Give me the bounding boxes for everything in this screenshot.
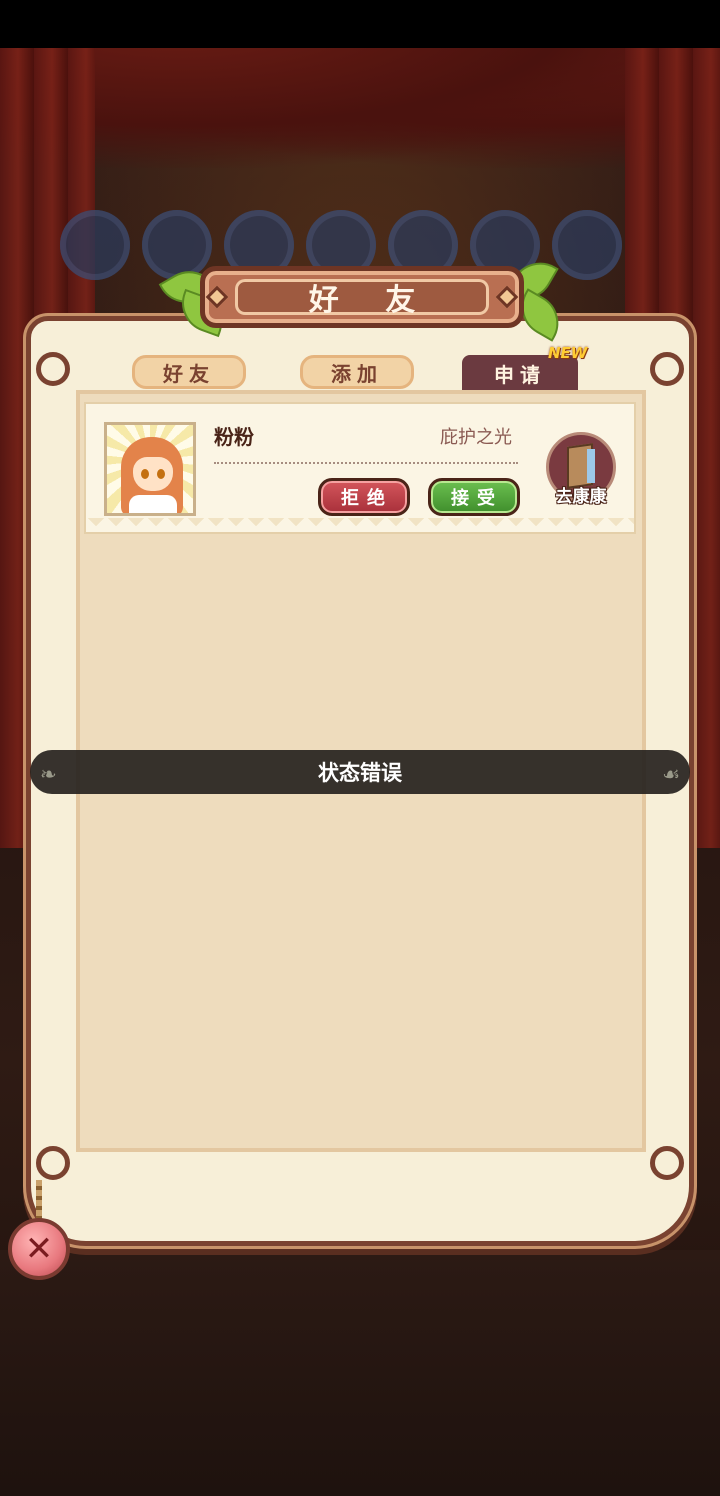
wheat-icon: ❧: [40, 762, 57, 786]
accept-button[interactable]: 接受: [428, 478, 520, 516]
avatar[interactable]: [104, 422, 196, 516]
friend-title: 庇护之光: [440, 427, 512, 448]
divider: [214, 462, 518, 464]
wheat-icon: ☙: [662, 762, 680, 786]
panel-corner-ornament: [650, 1146, 684, 1180]
panel-corner-ornament: [650, 352, 684, 386]
title-banner: 好 友: [200, 266, 524, 328]
toast-message: 状态错误: [318, 761, 402, 785]
page-title: 好 友: [235, 279, 489, 318]
gem-icon: [205, 285, 229, 309]
tab-friends[interactable]: 好友: [132, 355, 246, 389]
close-icon: ✕: [24, 1229, 54, 1269]
new-badge: NEW: [548, 344, 588, 362]
visit-button[interactable]: 去康康: [548, 482, 614, 507]
close-button[interactable]: ✕: [8, 1218, 70, 1280]
error-toast: ❧ 状态错误 ☙: [30, 750, 690, 794]
stage-floor: [0, 1250, 720, 1496]
tab-add[interactable]: 添加: [300, 355, 414, 389]
panel-corner-ornament: [36, 1146, 70, 1180]
status-bar: [0, 0, 720, 48]
gem-icon: [495, 285, 519, 309]
panel-corner-ornament: [36, 352, 70, 386]
reject-button[interactable]: 拒绝: [318, 478, 410, 516]
friend-name: 粉粉: [214, 425, 254, 449]
curtain-valance: [0, 48, 720, 168]
